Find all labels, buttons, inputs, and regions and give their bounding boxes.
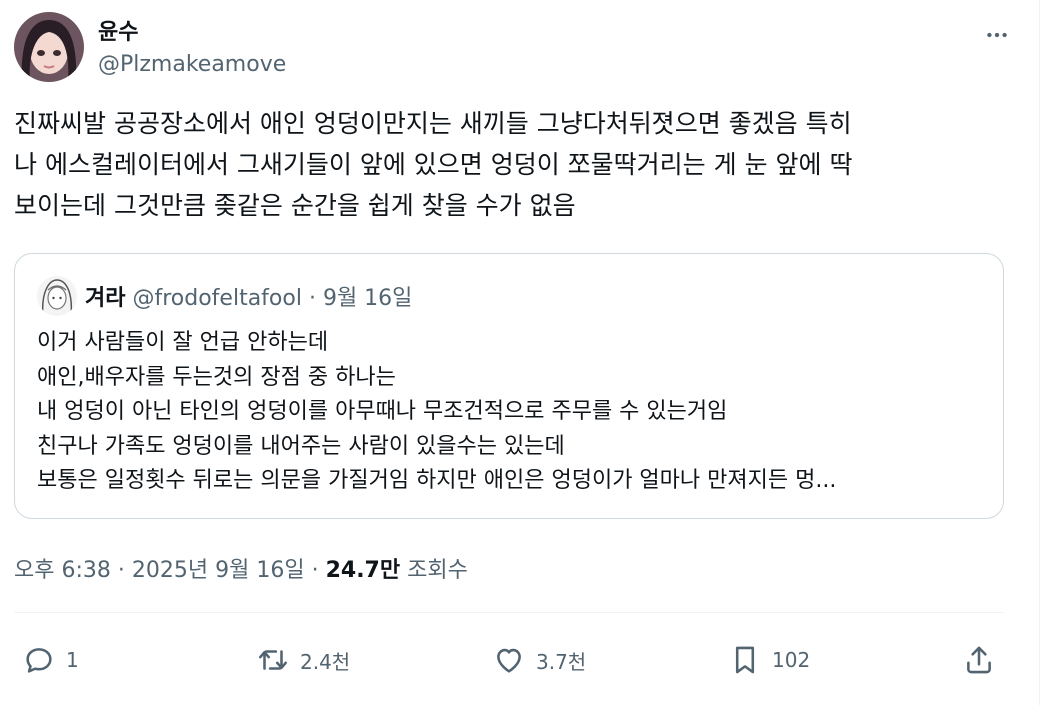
retweet-icon	[258, 650, 288, 670]
retweet-count: 2.4천	[300, 649, 351, 674]
meta-separator: ·	[117, 558, 125, 583]
quoted-header: 겨라 @frodofeltafool · 9월 16일	[85, 280, 412, 312]
views-count: 24.7만	[325, 558, 401, 583]
views-label: 조회수	[407, 558, 468, 583]
tweet-header: 윤수 @Plzmakeamove	[14, 12, 1014, 82]
more-button[interactable]	[980, 18, 1014, 52]
share-button[interactable]	[962, 636, 996, 684]
action-bar: 1 2.4천 3.7천 102	[14, 636, 1004, 684]
more-icon	[987, 32, 1007, 38]
bookmark-count: 102	[772, 648, 811, 672]
meta-separator-2: ·	[311, 558, 319, 583]
quoted-tweet[interactable]: 겨라 @frodofeltafool · 9월 16일 이거 사람들이 잘 언급…	[14, 253, 1004, 519]
tweet-date[interactable]: 2025년 9월 16일	[132, 558, 305, 583]
quoted-author-handle: @frodofeltafool	[132, 286, 302, 311]
author-avatar[interactable]	[14, 12, 84, 82]
tweet-text: 진짜씨발 공공장소에서 애인 엉덩이만지는 새끼들 그냥다처뒤졋으면 좋겠음 특…	[14, 109, 853, 220]
author-handle[interactable]: @Plzmakeamove	[98, 52, 286, 77]
like-count: 3.7천	[536, 649, 587, 674]
tweet-meta: 오후 6:38 · 2025년 9월 16일 · 24.7만 조회수	[14, 552, 468, 584]
quoted-separator: ·	[308, 286, 316, 311]
bookmark-button[interactable]: 102	[728, 636, 810, 684]
reply-icon	[26, 648, 52, 673]
author-name[interactable]: 윤수	[98, 14, 138, 46]
divider	[14, 612, 1004, 613]
like-button[interactable]: 3.7천	[492, 636, 586, 684]
reply-button[interactable]: 1	[22, 636, 79, 684]
heart-icon	[497, 648, 521, 673]
quoted-avatar	[37, 276, 77, 316]
quoted-author-name: 겨라	[85, 286, 126, 311]
tweet-time[interactable]: 오후 6:38	[14, 558, 111, 583]
quoted-text: 이거 사람들이 잘 언급 안하는데 애인,배우자를 두는것의 장점 중 하나는 …	[37, 330, 837, 493]
retweet-button[interactable]: 2.4천	[256, 636, 350, 684]
bookmark-icon	[735, 646, 755, 674]
share-icon	[967, 646, 991, 674]
reply-count: 1	[66, 648, 79, 672]
quoted-date: 9월 16일	[322, 286, 413, 311]
